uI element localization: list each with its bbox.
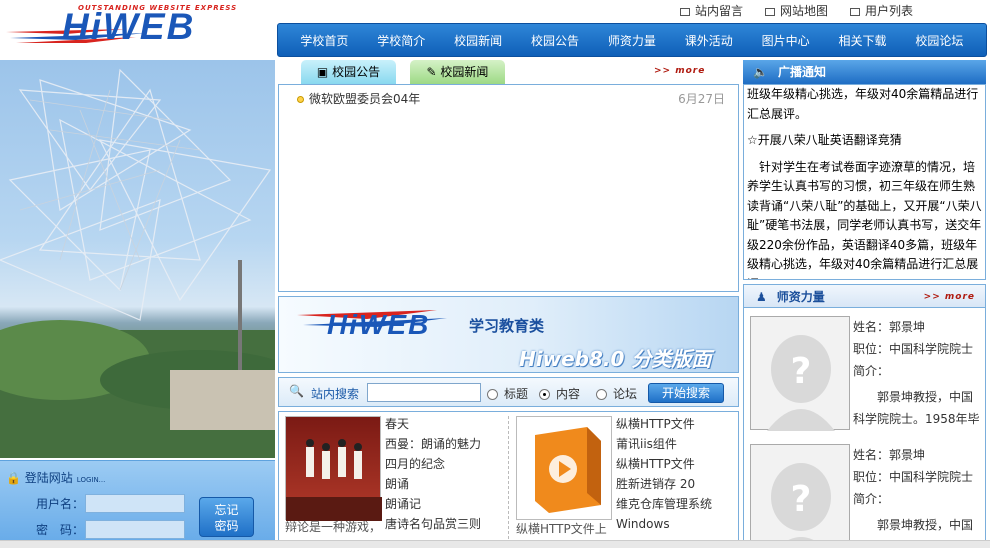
list-item[interactable]: 四月的纪念: [385, 454, 481, 474]
bullet-icon: [297, 96, 304, 103]
search-icon: 🔍: [289, 384, 304, 398]
username-label: 用户名：: [36, 497, 85, 511]
category-banner[interactable]: HiWEB 学习教育类 Hiweb8.0 分类版面: [278, 296, 739, 373]
logo-wordmark: HiWEB: [62, 6, 196, 47]
nav-downloads[interactable]: 相关下载: [839, 32, 887, 49]
search-option-title[interactable]: 标题: [487, 385, 528, 402]
horizontal-scrollbar[interactable]: [0, 540, 990, 548]
search-option-forum[interactable]: 论坛: [596, 385, 637, 402]
notice-more-link[interactable]: >> more: [654, 66, 705, 76]
users-icon: [850, 7, 861, 16]
sitemap-icon: [765, 7, 776, 16]
avatar-placeholder-icon: ?: [750, 316, 850, 431]
teachers-header: ♟ 师资力量 >> more: [743, 284, 986, 308]
banner-version: Hiweb8.0 分类版面: [519, 347, 712, 371]
toplink-message[interactable]: 站内留言: [680, 2, 743, 20]
banner-category: 学习教育类: [469, 317, 545, 335]
radio-icon: [487, 389, 498, 400]
article-caption-right[interactable]: 纵横HTTP文件上: [516, 520, 607, 537]
broadcast-text: 班级年级精心挑选，年级对40余篇精品进行汇总展评。 ☆开展八荣八耻英语翻译竞猜 …: [747, 85, 983, 280]
broadcast-header: 🔈 广播通知: [743, 60, 986, 84]
forgot-password-button[interactable]: 忘记密码: [199, 497, 254, 537]
list-item[interactable]: 纵横HTTP文件: [616, 454, 712, 474]
password-label: 密 码：: [36, 523, 85, 537]
avatar-placeholder-icon: ?: [750, 444, 850, 547]
list-item[interactable]: 莆讯iis组件: [616, 434, 712, 454]
password-input[interactable]: [85, 520, 185, 539]
nav-notice[interactable]: 校园公告: [531, 32, 579, 49]
toplink-users[interactable]: 用户列表: [850, 2, 913, 20]
list-item[interactable]: 微软欧盟委员会04年 6月27日: [297, 90, 725, 107]
list-item[interactable]: 朗诵记: [385, 494, 481, 514]
list-item[interactable]: 春天: [385, 414, 481, 434]
nav-gallery[interactable]: 图片中心: [762, 32, 810, 49]
article-panel: 春天 西曼：朗诵的魅力 四月的纪念 朗诵 朗诵记 唐诗名句品赏三则 辩论是一种游…: [278, 411, 739, 548]
list-item[interactable]: 纵横HTTP文件: [616, 414, 712, 434]
list-item[interactable]: 唐诗名句品赏三则: [385, 514, 481, 534]
tab-news[interactable]: ✎ 校园新闻: [410, 60, 505, 84]
news-icon: ✎: [426, 65, 441, 79]
teacher-name: 姓名：郭景坤: [853, 448, 926, 462]
list-item[interactable]: 维克仓库管理系统: [616, 494, 712, 514]
teacher-icon: ♟: [756, 290, 767, 304]
svg-text:?: ?: [791, 351, 812, 392]
teacher-name: 姓名：郭景坤: [853, 320, 926, 334]
main-nav: 学校首页 学校简介 校园新闻 校园公告 师资力量 课外活动 图片中心 相关下载 …: [277, 23, 987, 57]
list-item[interactable]: 西曼：朗诵的魅力: [385, 434, 481, 454]
search-button[interactable]: 开始搜索: [648, 383, 724, 403]
notice-date: 6月27日: [678, 92, 725, 106]
article-list-right: 纵横HTTP文件 莆讯iis组件 纵横HTTP文件 胜新进销存 20 维克仓库管…: [616, 414, 712, 534]
nav-home[interactable]: 学校首页: [300, 32, 348, 49]
teacher-position: 职位：中国科学院院士: [853, 470, 974, 484]
article-list-left: 春天 西曼：朗诵的魅力 四月的纪念 朗诵 朗诵记 唐诗名句品赏三则: [385, 414, 481, 534]
broadcast-paragraph: 班级年级精心挑选，年级对40余篇精品进行汇总展评。: [747, 87, 979, 121]
radio-icon: [596, 389, 607, 400]
toplink-sitemap[interactable]: 网站地图: [765, 2, 828, 20]
nav-intro[interactable]: 学校简介: [377, 32, 425, 49]
teacher-position: 职位：中国科学院院士: [853, 342, 974, 356]
broadcast-paragraph: ☆开展八荣八耻英语翻译竞猜: [747, 133, 902, 147]
mail-icon: [680, 7, 690, 16]
article-caption-left[interactable]: 辩论是一种游戏，: [285, 518, 381, 535]
notice-icon: ▣: [316, 65, 333, 79]
column-divider: [508, 416, 509, 544]
orchestra-thumbnail[interactable]: [285, 416, 382, 521]
nav-news[interactable]: 校园新闻: [454, 32, 502, 49]
top-links: 站内留言 网站地图 用户列表: [680, 2, 913, 20]
teacher-intro: 郭景坤教授，中国科学院院士。1958年毕: [853, 390, 980, 426]
software-thumbnail[interactable]: [516, 416, 612, 520]
svg-text:?: ?: [791, 479, 812, 520]
broadcast-panel: 班级年级精心挑选，年级对40余篇精品进行汇总展评。 ☆开展八荣八耻英语翻译竞猜 …: [743, 84, 986, 280]
username-input[interactable]: [85, 494, 185, 513]
sculpture-image: [0, 68, 275, 458]
teachers-panel: ? 姓名：郭景坤 职位：中国科学院院士 简介： 郭景坤教授，中国科学院院士。19…: [743, 307, 986, 548]
speaker-icon: 🔈: [753, 65, 768, 79]
lock-icon: 🔒: [6, 471, 21, 485]
list-item[interactable]: Windows: [616, 514, 712, 534]
notice-list: 微软欧盟委员会04年 6月27日: [278, 84, 739, 292]
login-title: 🔒 登陆网站 LOGIN...: [6, 471, 106, 485]
campus-photo: [0, 60, 275, 458]
teachers-more-link[interactable]: >> more: [924, 285, 975, 309]
teacher-intro-label: 简介：: [853, 492, 890, 506]
nav-teachers[interactable]: 师资力量: [608, 32, 656, 49]
banner-wordmark: HiWEB: [327, 309, 431, 340]
radio-selected-icon: [539, 389, 550, 400]
search-input[interactable]: [367, 383, 481, 402]
search-option-content[interactable]: 内容: [539, 385, 580, 402]
search-label: 站内搜索: [311, 387, 360, 401]
broadcast-paragraph: 针对学生在考试卷面字迹潦草的情况，培养学生认真书写的习惯，初三年级在师生熟读背诵…: [747, 159, 982, 280]
site-logo[interactable]: OUTSTANDING WEBSITE EXPRESS HiWEB: [0, 0, 275, 60]
list-item[interactable]: 胜新进销存 20: [616, 474, 712, 494]
nav-activities[interactable]: 课外活动: [685, 32, 733, 49]
list-item[interactable]: 朗诵: [385, 474, 481, 494]
nav-forum[interactable]: 校园论坛: [915, 32, 963, 49]
tab-notice[interactable]: ▣ 校园公告: [301, 60, 396, 84]
teacher-intro-label: 简介：: [853, 364, 890, 378]
